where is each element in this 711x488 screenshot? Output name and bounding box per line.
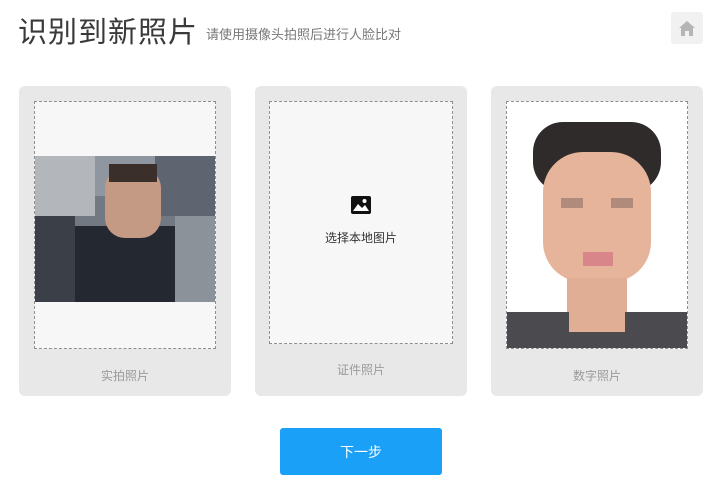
next-step-button[interactable]: 下一步 [280,428,442,475]
digital-photo-image [507,102,687,348]
id-photo-label: 证件照片 [336,363,385,377]
id-photo-upload[interactable]: 选择本地图片 [269,101,453,344]
image-icon [351,196,371,214]
home-icon [679,20,695,36]
digital-photo-card: 数字照片 [491,86,703,396]
digital-photo-label: 数字照片 [572,369,621,383]
live-photo-label: 实拍照片 [100,369,149,383]
page-subtitle: 请使用摄像头拍照后进行人脸比对 [206,28,402,43]
id-photo-card: 选择本地图片 证件照片 [255,86,467,396]
page-header: 识别到新照片 请使用摄像头拍照后进行人脸比对 [18,10,401,50]
live-photo-card: 实拍照片 [19,86,231,396]
home-button[interactable] [671,12,703,44]
live-photo-frame [34,101,216,349]
upload-area: 选择本地图片 [270,195,452,246]
page-title: 识别到新照片 [18,15,199,49]
digital-photo-frame [506,101,688,349]
upload-text: 选择本地图片 [324,231,397,245]
live-photo-image [35,156,215,302]
